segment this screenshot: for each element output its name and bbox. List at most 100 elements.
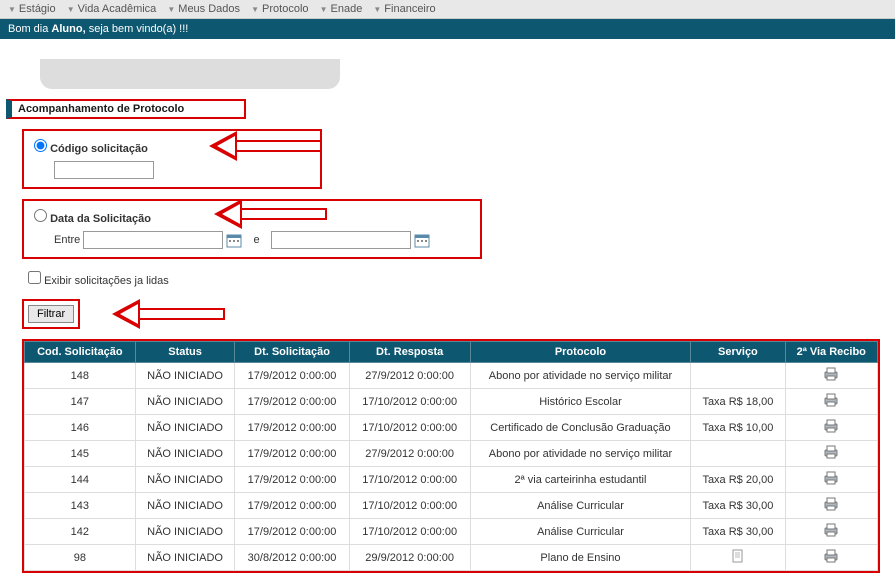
codigo-input[interactable]: [54, 161, 154, 179]
data-label: Data da Solicitação: [50, 213, 151, 225]
table-row: 145NÃO INICIADO17/9/2012 0:00:0027/9/201…: [25, 441, 878, 467]
radio-data[interactable]: [34, 209, 47, 222]
cell-dt-sol: 30/8/2012 0:00:00: [235, 545, 349, 571]
cell-protocolo: Certificado de Conclusão Graduação: [470, 415, 691, 441]
printer-icon[interactable]: [823, 549, 839, 563]
cell-dt-resp: 17/10/2012 0:00:00: [349, 389, 470, 415]
cell-dt-sol: 17/9/2012 0:00:00: [235, 493, 349, 519]
menu-financeiro[interactable]: Financeiro: [384, 3, 435, 15]
table-row: 98NÃO INICIADO30/8/2012 0:00:0029/9/2012…: [25, 545, 878, 571]
welcome-bar: Bom dia Aluno, seja bem vindo(a) !!!: [0, 19, 895, 39]
exibir-checkbox[interactable]: [28, 271, 41, 284]
th-cod: Cod. Solicitação: [25, 342, 136, 363]
table-row: 144NÃO INICIADO17/9/2012 0:00:0017/10/20…: [25, 467, 878, 493]
th-status: Status: [135, 342, 235, 363]
cell-protocolo: Histórico Escolar: [470, 389, 691, 415]
th-servico: Serviço: [691, 342, 785, 363]
cell-protocolo: Abono por atividade no serviço militar: [470, 363, 691, 389]
printer-icon[interactable]: [823, 471, 839, 485]
cell-status: NÃO INICIADO: [135, 545, 235, 571]
cell-recibo: [785, 545, 877, 571]
printer-icon[interactable]: [823, 393, 839, 407]
cell-dt-resp: 29/9/2012 0:00:00: [349, 545, 470, 571]
chevron-down-icon: ▼: [8, 5, 16, 14]
cell-dt-sol: 17/9/2012 0:00:00: [235, 389, 349, 415]
cell-cod: 98: [25, 545, 136, 571]
printer-icon[interactable]: [823, 523, 839, 537]
cell-recibo: [785, 467, 877, 493]
cell-dt-resp: 17/10/2012 0:00:00: [349, 519, 470, 545]
radio-codigo[interactable]: [34, 139, 47, 152]
cell-dt-sol: 17/9/2012 0:00:00: [235, 363, 349, 389]
filter-data-box: Data da Solicitação Entre e: [22, 199, 482, 259]
cell-recibo: [785, 441, 877, 467]
welcome-pre: Bom dia: [8, 23, 51, 35]
cell-recibo: [785, 493, 877, 519]
cell-dt-sol: 17/9/2012 0:00:00: [235, 467, 349, 493]
cell-dt-resp: 17/10/2012 0:00:00: [349, 415, 470, 441]
cell-servico: [691, 545, 785, 571]
cell-protocolo: Análise Curricular: [470, 493, 691, 519]
cell-dt-sol: 17/9/2012 0:00:00: [235, 519, 349, 545]
menu-protocolo[interactable]: Protocolo: [262, 3, 308, 15]
cell-protocolo: Abono por atividade no serviço militar: [470, 441, 691, 467]
date-to-input[interactable]: [271, 231, 411, 249]
cell-cod: 143: [25, 493, 136, 519]
cell-cod: 145: [25, 441, 136, 467]
table-row: 142NÃO INICIADO17/9/2012 0:00:0017/10/20…: [25, 519, 878, 545]
cell-status: NÃO INICIADO: [135, 363, 235, 389]
cell-recibo: [785, 415, 877, 441]
exibir-label: Exibir solicitações ja lidas: [44, 275, 169, 287]
cell-protocolo: Análise Curricular: [470, 519, 691, 545]
document-icon[interactable]: [731, 549, 745, 563]
cell-status: NÃO INICIADO: [135, 441, 235, 467]
printer-icon[interactable]: [823, 419, 839, 433]
chevron-down-icon: ▼: [320, 5, 328, 14]
welcome-post: seja bem vindo(a) !!!: [86, 23, 189, 35]
entre-label: Entre: [54, 234, 80, 246]
cell-status: NÃO INICIADO: [135, 519, 235, 545]
cell-status: NÃO INICIADO: [135, 415, 235, 441]
section-title: Acompanhamento de Protocolo: [6, 99, 246, 119]
calendar-icon[interactable]: [414, 233, 430, 248]
cell-protocolo: 2ª via carteirinha estudantil: [470, 467, 691, 493]
th-recibo: 2ª Via Recibo: [785, 342, 877, 363]
calendar-icon[interactable]: [226, 233, 242, 248]
results-table-wrap: Cod. Solicitação Status Dt. Solicitação …: [22, 339, 880, 573]
menu-vida-academica[interactable]: Vida Acadêmica: [78, 3, 157, 15]
date-from-input[interactable]: [83, 231, 223, 249]
table-row: 146NÃO INICIADO17/9/2012 0:00:0017/10/20…: [25, 415, 878, 441]
printer-icon[interactable]: [823, 367, 839, 381]
cell-recibo: [785, 363, 877, 389]
menu-enade[interactable]: Enade: [331, 3, 363, 15]
table-row: 143NÃO INICIADO17/9/2012 0:00:0017/10/20…: [25, 493, 878, 519]
annotation-arrow: [214, 199, 327, 229]
th-dt-resp: Dt. Resposta: [349, 342, 470, 363]
cell-dt-resp: 27/9/2012 0:00:00: [349, 363, 470, 389]
printer-icon[interactable]: [823, 497, 839, 511]
cell-protocolo: Plano de Ensino: [470, 545, 691, 571]
decorative-tab: [40, 59, 340, 89]
cell-servico: [691, 363, 785, 389]
chevron-down-icon: ▼: [251, 5, 259, 14]
annotation-arrow: [112, 299, 225, 329]
cell-dt-resp: 17/10/2012 0:00:00: [349, 493, 470, 519]
cell-servico: Taxa R$ 30,00: [691, 493, 785, 519]
cell-servico: [691, 441, 785, 467]
printer-icon[interactable]: [823, 445, 839, 459]
cell-recibo: [785, 389, 877, 415]
results-table: Cod. Solicitação Status Dt. Solicitação …: [24, 341, 878, 571]
menu-meus-dados[interactable]: Meus Dados: [178, 3, 240, 15]
codigo-label: Código solicitação: [50, 143, 148, 155]
cell-status: NÃO INICIADO: [135, 493, 235, 519]
chevron-down-icon: ▼: [167, 5, 175, 14]
menu-estagio[interactable]: Estágio: [19, 3, 56, 15]
chevron-down-icon: ▼: [67, 5, 75, 14]
th-dt-sol: Dt. Solicitação: [235, 342, 349, 363]
cell-cod: 144: [25, 467, 136, 493]
filter-codigo-box: Código solicitação: [22, 129, 322, 189]
filtrar-button[interactable]: Filtrar: [28, 305, 74, 323]
cell-servico: Taxa R$ 10,00: [691, 415, 785, 441]
cell-cod: 142: [25, 519, 136, 545]
exibir-row: Exibir solicitações ja lidas: [28, 271, 895, 287]
